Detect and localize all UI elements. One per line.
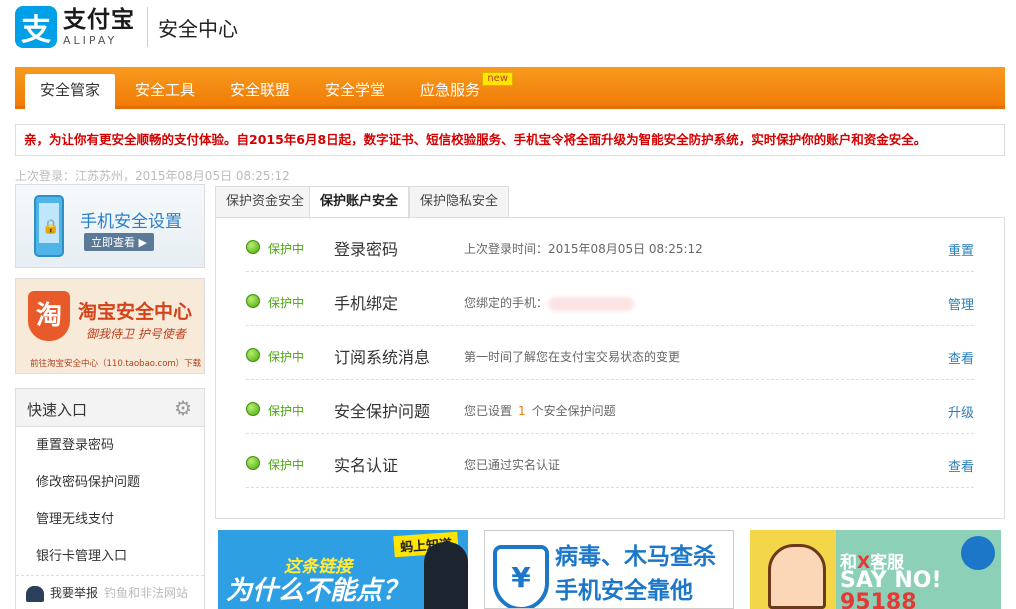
ninja-icon bbox=[424, 542, 468, 609]
page-title: 安全中心 bbox=[158, 16, 238, 41]
taobao-security-footer: 前往淘宝安全中心（110.taobao.com）下载 bbox=[30, 359, 202, 369]
item-desc: 第一时间了解您在支付宝交易状态的变更 bbox=[464, 350, 681, 364]
police-icon bbox=[26, 585, 44, 602]
upgrade-question-link[interactable]: 升级 bbox=[948, 402, 974, 421]
item-name: 实名认证 bbox=[334, 456, 399, 475]
logo-cn: 支付宝 bbox=[63, 6, 135, 33]
tab-account-security[interactable]: 保护账户安全 bbox=[309, 186, 410, 219]
item-desc: 您已设置 1 个安全保护问题 bbox=[464, 402, 616, 419]
item-desc-before: 您已设置 bbox=[464, 404, 513, 418]
item-name: 订阅系统消息 bbox=[334, 348, 431, 367]
new-badge: new bbox=[482, 72, 514, 86]
gear-icon[interactable]: ⚙ bbox=[174, 396, 192, 420]
nav-item-security-school[interactable]: 安全学堂 bbox=[310, 74, 400, 109]
report-label: 我要举报 bbox=[50, 586, 99, 600]
alipay-logo[interactable]: 支付宝 ALIPAY bbox=[63, 6, 135, 47]
quick-item-reset-password[interactable]: 重置登录密码 bbox=[16, 427, 204, 464]
quick-entry-title: 快速入口 bbox=[27, 401, 88, 419]
ad-banner-link-safety[interactable]: 蚂上知道 这条链接 为什么不能点？ bbox=[218, 530, 468, 609]
table-row: 保护中 实名认证 您已通过实名认证 查看 bbox=[246, 434, 974, 488]
status-badge: 保护中 bbox=[268, 458, 305, 472]
item-desc: 上次登录时间：2015年08月05日 08:25:12 bbox=[464, 242, 703, 256]
notice-banner: 亲，为让你有更安全顺畅的支付体验。自2015年6月8日起，数字证书、短信校验服务… bbox=[15, 124, 1005, 156]
manage-phone-link[interactable]: 管理 bbox=[948, 294, 974, 313]
status-badge: 保护中 bbox=[268, 242, 305, 256]
logo-en: ALIPAY bbox=[63, 33, 118, 47]
nav-item-security-butler[interactable]: 安全管家 bbox=[25, 74, 116, 109]
status-badge: 保护中 bbox=[268, 350, 305, 364]
quick-item-wireless-pay[interactable]: 管理无线支付 bbox=[16, 501, 204, 538]
taobao-security-title: 淘宝安全中心 bbox=[78, 301, 193, 323]
ad-line3: 95188 bbox=[840, 590, 917, 609]
phone-security-title: 手机安全设置 bbox=[80, 212, 182, 232]
view-subscription-link[interactable]: 查看 bbox=[948, 348, 974, 367]
ad-banner-virus-scan[interactable]: ¥ 病毒、木马查杀 手机安全靠他 bbox=[484, 530, 734, 609]
report-link[interactable]: 我要举报 钓鱼和非法网站 bbox=[16, 575, 204, 609]
table-row: 保护中 安全保护问题 您已设置 1 个安全保护问题 升级 bbox=[246, 380, 974, 434]
item-desc: 您绑定的手机： bbox=[464, 294, 635, 311]
table-row: 保护中 订阅系统消息 第一时间了解您在支付宝交易状态的变更 查看 bbox=[246, 326, 974, 380]
phone-icon: 🔒 bbox=[34, 195, 64, 257]
nav-item-emergency-service[interactable]: 应急服务 new bbox=[405, 72, 514, 109]
nav-item-security-alliance[interactable]: 安全联盟 bbox=[215, 74, 305, 109]
account-security-panel: 保护中 登录密码 上次登录时间：2015年08月05日 08:25:12 重置 … bbox=[215, 217, 1005, 519]
taobao-shield-icon: 淘 bbox=[28, 291, 70, 341]
ad-line2: 手机安全靠他 bbox=[555, 578, 693, 604]
tab-fund-security[interactable]: 保护资金安全 bbox=[215, 186, 316, 218]
view-now-button[interactable]: 立即查看 ▶ bbox=[84, 233, 154, 251]
taobao-security-banner[interactable]: 淘 淘宝安全中心 御我侍卫 护号使者 前往淘宝安全中心（110.taobao.c… bbox=[15, 278, 205, 374]
quick-entry-panel: 快速入口 ⚙ 重置登录密码 修改密码保护问题 管理无线支付 银行卡管理入口 我要… bbox=[15, 388, 205, 609]
status-dot-icon bbox=[246, 348, 260, 362]
status-dot-icon bbox=[246, 294, 260, 308]
report-note: 钓鱼和非法网站 bbox=[104, 586, 189, 600]
alipay-stamp-icon bbox=[961, 536, 995, 570]
masked-phone bbox=[548, 296, 635, 311]
quick-entry-header: 快速入口 ⚙ bbox=[16, 389, 204, 427]
alipay-logo-icon[interactable]: 支 bbox=[15, 6, 57, 48]
quick-item-bank-card[interactable]: 银行卡管理入口 bbox=[16, 538, 204, 575]
tab-privacy-security[interactable]: 保护隐私安全 bbox=[409, 186, 510, 218]
nav-item-security-tools[interactable]: 安全工具 bbox=[120, 74, 210, 109]
status-dot-icon bbox=[246, 402, 260, 416]
reset-password-link[interactable]: 重置 bbox=[948, 240, 974, 259]
phone-security-banner[interactable]: 🔒 手机安全设置 立即查看 ▶ bbox=[15, 184, 205, 268]
status-badge: 保护中 bbox=[268, 296, 305, 310]
customer-service-icon bbox=[768, 544, 826, 609]
view-realname-link[interactable]: 查看 bbox=[948, 456, 974, 475]
lock-icon: 🔒 bbox=[42, 219, 60, 235]
item-desc-text: 您绑定的手机： bbox=[464, 296, 549, 310]
main-nav: 安全管家 安全工具 安全联盟 安全学堂 应急服务 new bbox=[15, 67, 1005, 109]
ad-line1: 病毒、木马查杀 bbox=[555, 544, 716, 570]
item-name: 安全保护问题 bbox=[334, 402, 431, 421]
last-login-info: 上次登录：江苏苏州，2015年08月05日 08:25:12 bbox=[15, 169, 290, 183]
item-name: 登录密码 bbox=[334, 240, 399, 259]
status-dot-icon bbox=[246, 456, 260, 470]
item-name: 手机绑定 bbox=[334, 294, 399, 313]
ad-line2: 为什么不能点？ bbox=[226, 576, 409, 606]
status-dot-icon bbox=[246, 240, 260, 254]
header-divider bbox=[147, 7, 148, 47]
item-desc: 您已通过实名认证 bbox=[464, 458, 561, 472]
quick-item-security-question[interactable]: 修改密码保护问题 bbox=[16, 464, 204, 501]
nav-item-label: 应急服务 bbox=[420, 81, 481, 99]
taobao-security-slogan: 御我侍卫 护号使者 bbox=[86, 327, 186, 341]
ad-banner-fake-service[interactable]: 和X客服 SAY NO! 95188 bbox=[750, 530, 1001, 609]
status-badge: 保护中 bbox=[268, 404, 305, 418]
shield-icon: ¥ bbox=[493, 545, 549, 608]
question-count: 1 bbox=[518, 404, 526, 418]
item-desc-after: 个安全保护问题 bbox=[531, 404, 616, 418]
header: 支 支付宝 ALIPAY 安全中心 bbox=[15, 6, 238, 48]
table-row: 保护中 登录密码 上次登录时间：2015年08月05日 08:25:12 重置 bbox=[246, 218, 974, 272]
table-row: 保护中 手机绑定 您绑定的手机： 管理 bbox=[246, 272, 974, 326]
